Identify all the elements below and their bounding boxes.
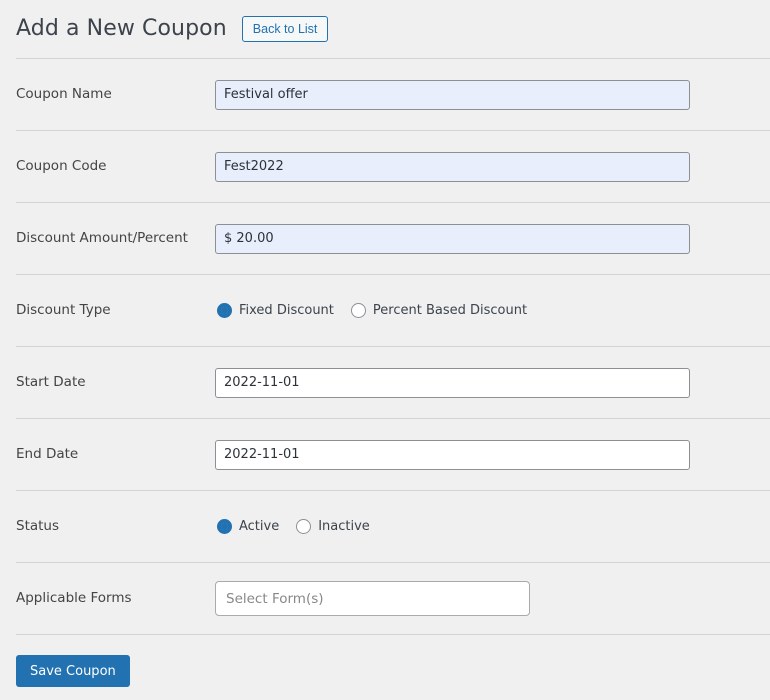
field-end-date <box>215 439 770 470</box>
label-status: Status <box>16 517 60 534</box>
coupon-code-input[interactable] <box>215 151 690 182</box>
back-to-list-button[interactable]: Back to List <box>241 16 329 42</box>
save-coupon-button[interactable]: Save Coupon <box>16 655 130 687</box>
label-coupon-code: Coupon Code <box>16 157 107 174</box>
page-title: Add a New Coupon <box>16 15 227 41</box>
field-start-date <box>215 367 770 398</box>
label-coupon-name: Coupon Name <box>16 85 112 102</box>
radio-checked-icon[interactable] <box>217 519 232 534</box>
radio-label-percent-based-discount: Percent Based Discount <box>372 303 528 318</box>
end-date-input[interactable] <box>215 439 690 470</box>
status-radio-group: Active Inactive <box>215 519 370 534</box>
applicable-forms-placeholder: Select Form(s) <box>226 590 324 607</box>
start-date-input[interactable] <box>215 367 690 398</box>
field-coupon-code <box>215 151 770 182</box>
radio-option-inactive[interactable]: Inactive <box>296 519 370 534</box>
form-row-discount-type: Discount Type Fixed Discount Percent Bas… <box>0 275 770 346</box>
radio-label-fixed-discount: Fixed Discount <box>239 303 334 318</box>
field-coupon-name <box>215 79 770 110</box>
coupon-name-input[interactable] <box>215 79 690 110</box>
label-discount-type: Discount Type <box>16 301 111 318</box>
applicable-forms-select[interactable]: Select Form(s) <box>215 581 530 616</box>
radio-option-fixed-discount[interactable]: Fixed Discount <box>217 303 334 318</box>
radio-label-active: Active <box>239 519 280 534</box>
label-discount-amount: Discount Amount/Percent <box>16 229 188 246</box>
page-header: Add a New Coupon Back to List <box>0 0 770 58</box>
radio-unchecked-icon[interactable] <box>296 519 312 534</box>
coupon-form-page: Add a New Coupon Back to List Coupon Nam… <box>0 0 770 700</box>
form-footer: Save Coupon <box>0 635 770 687</box>
radio-unchecked-icon[interactable] <box>350 303 366 318</box>
label-start-date: Start Date <box>16 373 86 390</box>
form-row-discount-amount: Discount Amount/Percent <box>0 203 770 274</box>
form-row-start-date: Start Date <box>0 347 770 418</box>
field-discount-amount <box>215 223 770 254</box>
form-row-applicable-forms: Applicable Forms Select Form(s) <box>0 563 770 634</box>
label-applicable-forms: Applicable Forms <box>16 589 132 606</box>
discount-amount-input[interactable] <box>215 223 690 254</box>
field-status: Active Inactive <box>215 519 770 534</box>
form-row-coupon-name: Coupon Name <box>0 59 770 130</box>
radio-option-active[interactable]: Active <box>217 519 279 534</box>
form-row-coupon-code: Coupon Code <box>0 131 770 202</box>
radio-option-percent-based-discount[interactable]: Percent Based Discount <box>350 303 528 318</box>
form-row-status: Status Active Inactive <box>0 491 770 562</box>
radio-label-inactive: Inactive <box>318 519 370 534</box>
discount-type-radio-group: Fixed Discount Percent Based Discount <box>215 303 527 318</box>
label-end-date: End Date <box>16 445 79 462</box>
field-discount-type: Fixed Discount Percent Based Discount <box>215 303 770 318</box>
field-applicable-forms: Select Form(s) <box>215 581 770 616</box>
radio-checked-icon[interactable] <box>217 303 232 318</box>
form-row-end-date: End Date <box>0 419 770 490</box>
